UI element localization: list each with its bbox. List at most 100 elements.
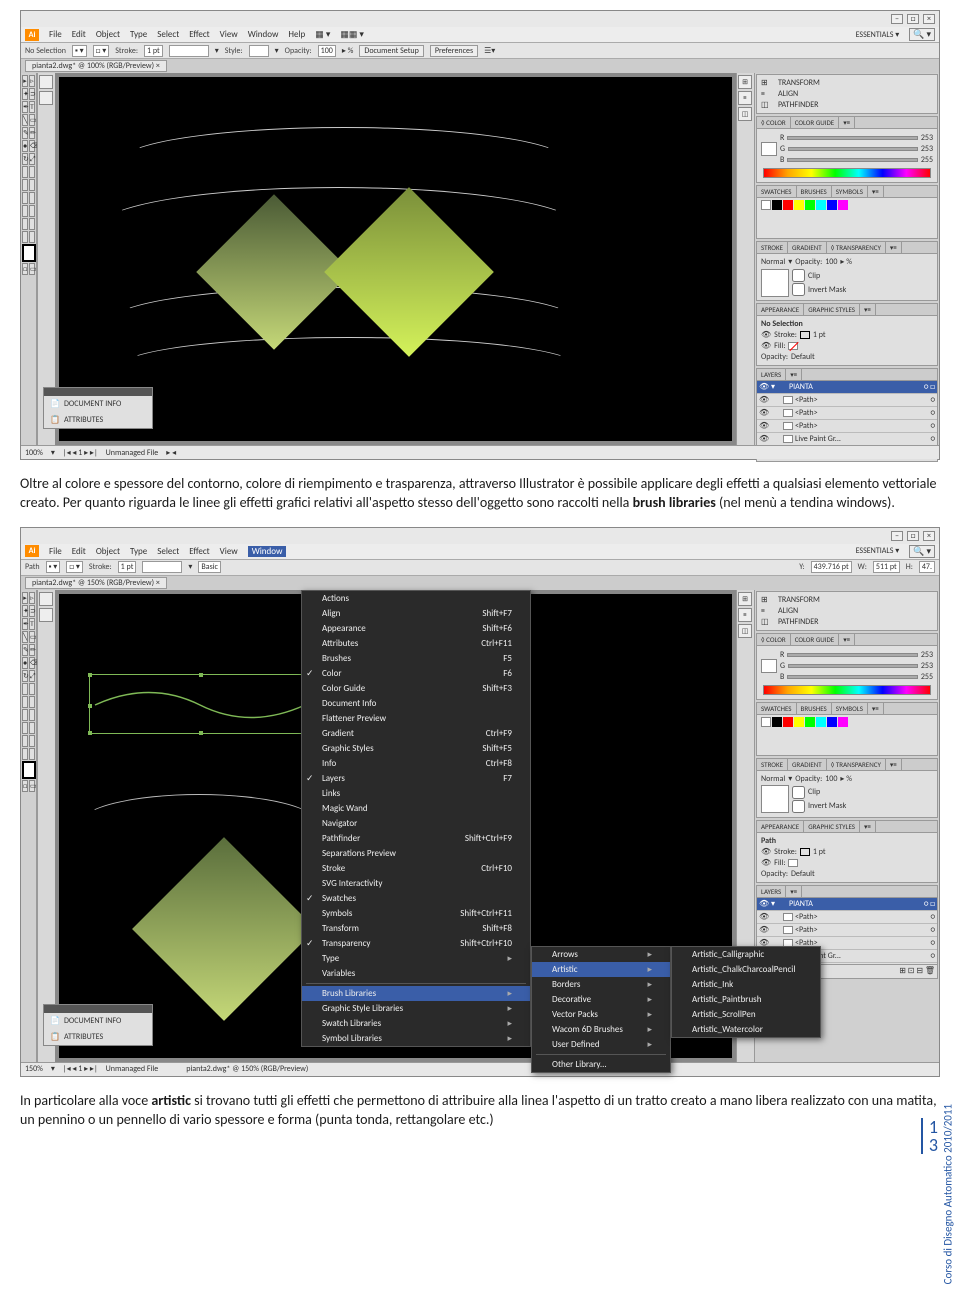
menu-item-swatches[interactable]: ✓Swatches [302, 891, 530, 906]
menu-item-symbols[interactable]: SymbolsShift+Ctrl+F11 [302, 906, 530, 921]
menu-select[interactable]: Select [157, 29, 179, 40]
menu-object[interactable]: Object [96, 546, 120, 557]
b-slider[interactable] [787, 158, 917, 162]
pencil-tool[interactable]: ✏ [29, 127, 35, 139]
stroke-swatch[interactable]: □ ▾ [93, 45, 110, 57]
menu-type[interactable]: Type [130, 546, 147, 557]
menu-edit[interactable]: Edit [72, 546, 86, 557]
menu-item-variables[interactable]: Variables [302, 966, 530, 981]
menu-item-attributes[interactable]: AttributesCtrl+F11 [302, 636, 530, 651]
menu-file[interactable]: File [49, 546, 62, 557]
menu-item-symbol-libraries[interactable]: Symbol Libraries▸ [302, 1031, 530, 1046]
menu-item-vector-packs[interactable]: Vector Packs▸ [532, 1007, 670, 1022]
menu-item-navigator[interactable]: Navigator [302, 816, 530, 831]
workspace-switcher[interactable]: ESSENTIALS ▾ [856, 546, 900, 556]
g-slider[interactable] [788, 147, 918, 151]
menu-item-stroke[interactable]: StrokeCtrl+F10 [302, 861, 530, 876]
menu-edit[interactable]: Edit [72, 29, 86, 40]
canvas-area[interactable] [55, 73, 736, 445]
menu-item-flattener-preview[interactable]: Flattener Preview [302, 711, 530, 726]
clip-checkbox[interactable] [792, 269, 805, 282]
menu-item-brush-libraries[interactable]: Brush Libraries▸ [302, 986, 530, 1001]
page-nav[interactable]: |◂ ◂ 1 ▸ ▸| [63, 448, 98, 458]
r-slider[interactable] [787, 136, 917, 140]
workspace-switcher[interactable]: ESSENTIALS ▾ [856, 30, 900, 40]
lasso-tool[interactable]: ⊃ [29, 88, 35, 100]
menu-item-artistic-paintbrush[interactable]: Artistic_Paintbrush [672, 992, 820, 1007]
menu-item-borders[interactable]: Borders▸ [532, 977, 670, 992]
magic-wand-tool[interactable]: ✦ [22, 88, 28, 100]
menu-effect[interactable]: Effect [189, 546, 209, 557]
menu-item-layers[interactable]: ✓LayersF7 [302, 771, 530, 786]
menu-item-document-info[interactable]: Document Info [302, 696, 530, 711]
doc-setup-button[interactable]: Document Setup [359, 45, 423, 57]
menu-item-arrows[interactable]: Arrows▸ [532, 947, 670, 962]
line-tool[interactable]: ╲ [22, 114, 28, 126]
rotate-tool[interactable]: ↻ [22, 153, 28, 165]
type-tool[interactable]: T [29, 101, 35, 113]
menu-window[interactable]: Window [248, 29, 279, 40]
float-docinfo-panel[interactable]: 📄DOCUMENT INFO 📋ATTRIBUTES [43, 1004, 153, 1046]
close-button[interactable]: × [923, 531, 935, 541]
menu-select[interactable]: Select [157, 546, 179, 557]
zoom-field[interactable]: 150% [25, 1064, 43, 1074]
blob-tool[interactable]: ● [22, 140, 28, 152]
menu-view[interactable]: View [220, 546, 238, 557]
menu-type[interactable]: Type [130, 29, 147, 40]
menu-effect[interactable]: Effect [189, 29, 209, 40]
stroke-weight[interactable]: 1 pt [144, 45, 163, 57]
min-button[interactable]: – [891, 531, 903, 541]
menu-item-swatch-libraries[interactable]: Swatch Libraries▸ [302, 1016, 530, 1031]
menu-item-other-library-[interactable]: Other Library... [532, 1057, 670, 1072]
stroke-weight[interactable]: 1 pt [118, 561, 137, 573]
zoom-field[interactable]: 100% [25, 448, 43, 458]
swatches-tab[interactable]: SWATCHES [757, 186, 797, 197]
align-icon[interactable]: ≡ [738, 91, 752, 105]
style-basic[interactable]: Basic [198, 561, 221, 573]
menu-item-gradient[interactable]: GradientCtrl+F9 [302, 726, 530, 741]
layers-tab[interactable]: LAYERS [757, 369, 786, 380]
menu-window[interactable]: Window [248, 546, 287, 557]
menu-help[interactable]: Help [288, 29, 305, 40]
menu-item-artistic[interactable]: Artistic▸ [532, 962, 670, 977]
doc-tab[interactable]: pianta2.dwg* @ 150% (RGB/Preview) × [25, 577, 167, 589]
close-button[interactable]: × [923, 14, 935, 24]
menu-object[interactable]: Object [96, 29, 120, 40]
menu-item-actions[interactable]: Actions [302, 591, 530, 606]
menu-view[interactable]: View [220, 29, 238, 40]
brush-tool[interactable]: ✎ [22, 127, 28, 139]
menu-item-user-defined[interactable]: User Defined▸ [532, 1037, 670, 1052]
layer-pianta[interactable]: PIANTA [789, 382, 813, 392]
fill-stroke-icon[interactable] [22, 244, 36, 262]
dock-icon[interactable] [39, 75, 53, 89]
fill-swatch[interactable]: ▪ ▾ [72, 45, 87, 57]
menu-item-type[interactable]: Type▸ [302, 951, 530, 966]
brushes-tab[interactable]: BRUSHES [797, 186, 832, 197]
menu-item-color-guide[interactable]: Color GuideShift+F3 [302, 681, 530, 696]
menu-item-artistic-calligraphic[interactable]: Artistic_Calligraphic [672, 947, 820, 962]
menu-item-magic-wand[interactable]: Magic Wand [302, 801, 530, 816]
float-docinfo-panel[interactable]: 📄DOCUMENT INFO 📋ATTRIBUTES [43, 387, 153, 429]
spectrum[interactable] [763, 168, 931, 178]
menu-item-appearance[interactable]: AppearanceShift+F6 [302, 621, 530, 636]
pen-tool[interactable]: ✒ [22, 101, 28, 113]
menu-item-color[interactable]: ✓ColorF6 [302, 666, 530, 681]
invert-checkbox[interactable] [792, 283, 805, 296]
canvas-area[interactable]: ActionsAlignShift+F7AppearanceShift+F6At… [55, 590, 736, 1062]
transform-icon[interactable]: ⊞ [738, 75, 752, 89]
pathfinder-icon[interactable]: ◫ [738, 107, 752, 121]
eraser-tool[interactable]: ⌫ [29, 140, 35, 152]
max-button[interactable]: □ [907, 14, 919, 24]
menu-item-graphic-styles[interactable]: Graphic StylesShift+F5 [302, 741, 530, 756]
menu-item-pathfinder[interactable]: PathfinderShift+Ctrl+F9 [302, 831, 530, 846]
selection-tool[interactable]: ▸ [22, 75, 28, 87]
opacity-field[interactable]: 100 [318, 45, 336, 57]
rect-tool[interactable]: ▭ [29, 114, 35, 126]
symbols-tab[interactable]: SYMBOLS [832, 186, 868, 197]
menu-item-graphic-style-libraries[interactable]: Graphic Style Libraries▸ [302, 1001, 530, 1016]
colorguide-tab[interactable]: COLOR GUIDE [791, 117, 840, 128]
appearance-tab[interactable]: APPEARANCE [757, 304, 804, 315]
menu-item-links[interactable]: Links [302, 786, 530, 801]
menu-item-decorative[interactable]: Decorative▸ [532, 992, 670, 1007]
menu-item-transparency[interactable]: ✓TransparencyShift+Ctrl+F10 [302, 936, 530, 951]
